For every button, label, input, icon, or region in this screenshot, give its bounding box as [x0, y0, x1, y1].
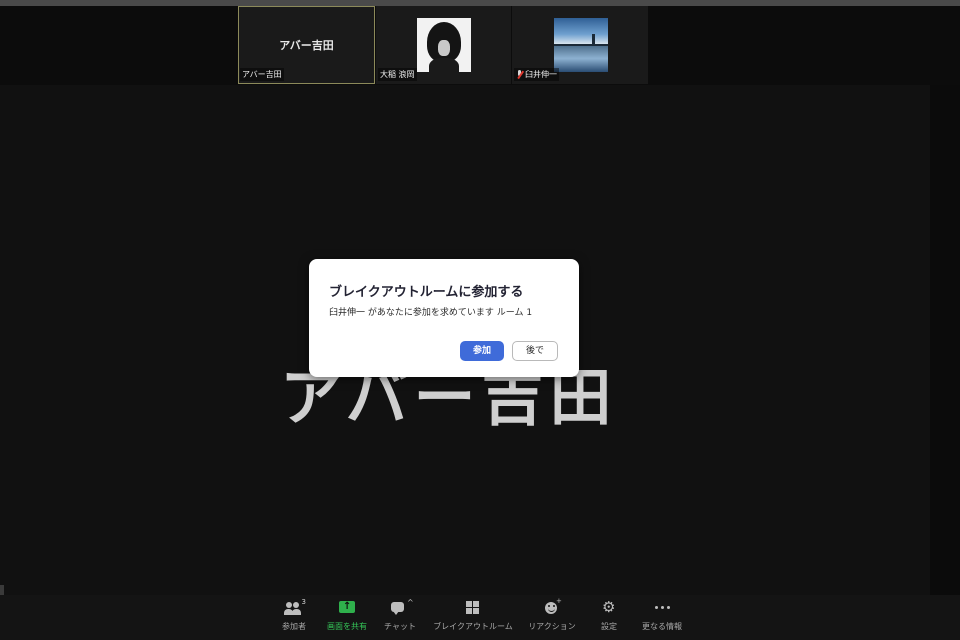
later-button[interactable]: 後で [512, 341, 558, 361]
share-screen-button[interactable]: ↑ 画面を共有 [322, 600, 372, 636]
mic-muted-icon [516, 70, 523, 79]
participants-label: 参加者 [282, 622, 306, 631]
photo-horizon [554, 44, 608, 46]
dialog-message: 臼井伸一 があなたに参加を求めています ルーム 1 [329, 308, 533, 318]
thumbnail-label-text: アバー吉田 [242, 70, 282, 79]
chat-button[interactable]: ^ チャット [378, 598, 422, 636]
breakout-rooms-button[interactable]: ブレイクアウトルーム [432, 600, 514, 636]
share-screen-label: 画面を共有 [327, 622, 367, 631]
participants-count: 3 [301, 598, 306, 606]
reactions-label: リアクション [528, 622, 576, 631]
chat-icon: ^ [388, 598, 414, 618]
thumbnail-participant[interactable]: 大稲 浪岡 [376, 6, 511, 84]
more-button[interactable]: 更なる情報 [638, 600, 686, 636]
video-thumbnail-strip: アバー吉田 アバー吉田 大稲 浪岡 臼井伸一 [0, 6, 960, 85]
breakout-rooms-label: ブレイクアウトルーム [433, 622, 513, 631]
chat-label: チャット [384, 622, 416, 631]
thumbnail-label-text: 大稲 浪岡 [380, 70, 415, 79]
more-label: 更なる情報 [642, 622, 682, 631]
settings-label: 設定 [601, 622, 617, 631]
reaction-smile-icon: + [543, 597, 562, 618]
breakout-grid-icon [466, 600, 480, 618]
reactions-button[interactable]: + リアクション [524, 597, 580, 636]
photo-body-shape [429, 58, 459, 72]
photo-tree [592, 34, 595, 46]
share-screen-icon: ↑ [339, 600, 355, 618]
chevron-up-icon[interactable]: ^ [407, 598, 414, 607]
participant-photo [417, 18, 471, 72]
participant-landscape-photo [554, 18, 608, 72]
thumbnail-label: 大稲 浪岡 [378, 68, 417, 81]
gear-icon: ⚙ [602, 598, 616, 616]
thumbnail-participant[interactable]: 臼井伸一 [512, 6, 648, 84]
meeting-window: アバー吉田 アバー吉田 大稲 浪岡 臼井伸一 アバー吉田 ブレイクアウトルームに… [0, 0, 960, 640]
participants-button[interactable]: 3 参加者 [276, 598, 312, 636]
more-dots-icon [654, 600, 670, 618]
dialog-title: ブレイクアウトルームに参加する [329, 285, 524, 300]
thumbnail-label: アバー吉田 [240, 68, 284, 81]
thumbnail-center-name: アバー吉田 [279, 39, 334, 52]
meeting-toolbar: 3 参加者 ↑ 画面を共有 ^ チャット ブレイクアウトルーム + リアクション… [0, 595, 960, 640]
settings-button[interactable]: ⚙ 設定 [594, 598, 624, 636]
stage-right-edge [930, 85, 960, 595]
thumbnail-label: 臼井伸一 [514, 68, 559, 81]
participants-icon: 3 [282, 598, 306, 618]
breakout-invite-dialog: ブレイクアウトルームに参加する 臼井伸一 があなたに参加を求めています ルーム … [309, 259, 579, 377]
thumbnail-label-text: 臼井伸一 [525, 70, 557, 79]
join-button[interactable]: 参加 [460, 341, 504, 361]
corner-mark [0, 585, 4, 595]
photo-face-shape [438, 40, 450, 56]
thumbnail-self[interactable]: アバー吉田 アバー吉田 [238, 6, 375, 84]
